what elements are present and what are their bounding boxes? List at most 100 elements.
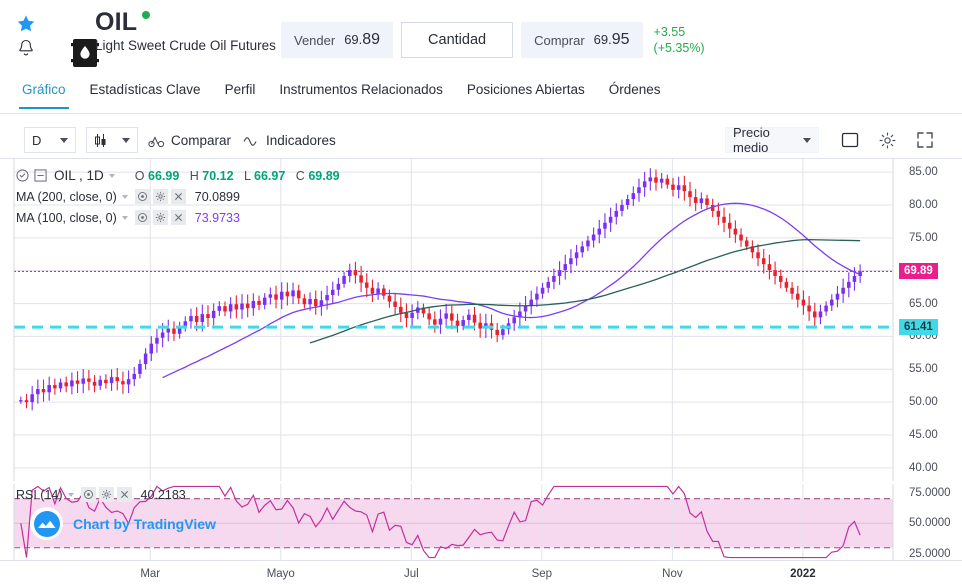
time-axis[interactable]: Mar Mayo Jul Sep Nov 2022	[0, 560, 962, 586]
ohlc-open-key: O	[134, 168, 145, 183]
live-status-dot	[142, 11, 151, 19]
tab-estadisticas[interactable]: Estadísticas Clave	[78, 80, 213, 109]
section-tabs: Gráfico Estadísticas Clave Perfil Instru…	[0, 80, 962, 114]
buy-price: 69.95	[593, 31, 630, 48]
price-mode-selector[interactable]: Precio medio	[725, 125, 819, 155]
legend-symbol-title: OIL , 1D	[54, 168, 104, 183]
wave-icon	[243, 134, 260, 146]
tab-instrumentos[interactable]: Instrumentos Relacionados	[267, 80, 455, 109]
sell-quote[interactable]: Vender 69.89	[281, 22, 394, 58]
trading-chart-page: OIL Light Sweet Crude Oil Futures Vender…	[0, 0, 962, 586]
tab-ordenes[interactable]: Órdenes	[597, 80, 673, 109]
quantity-label: Cantidad	[428, 32, 487, 48]
candlestick-icon	[94, 133, 107, 148]
buy-quote[interactable]: Comprar 69.95	[521, 22, 643, 58]
legend-symbol-row: OIL , 1D O 66.99 H 70.12 L 66.97 C 69.89	[16, 165, 340, 186]
ma200-value: 70.0899	[194, 189, 240, 204]
rsi-tick: 75.0000	[909, 486, 951, 499]
interval-selector[interactable]: D	[24, 127, 76, 153]
buy-label: Comprar	[534, 32, 585, 48]
eye-icon[interactable]	[134, 210, 150, 225]
ma100-controls	[134, 210, 186, 225]
time-tick: Nov	[662, 568, 683, 580]
indicators-label: Indicadores	[266, 132, 336, 148]
chevron-down-icon	[60, 137, 68, 143]
close-icon[interactable]	[116, 487, 132, 502]
price-change: +3.55 (+5.35%)	[654, 22, 705, 58]
gear-icon[interactable]	[874, 127, 900, 153]
compare-icon	[148, 133, 165, 148]
gear-icon[interactable]	[152, 210, 168, 225]
minimize-icon[interactable]	[34, 169, 47, 182]
symbol-ticker: OIL	[95, 8, 138, 36]
time-tick: Sep	[531, 568, 553, 580]
change-percent: (+5.35%)	[653, 41, 705, 55]
sell-price: 69.89	[344, 31, 381, 48]
tab-grafico[interactable]: Gráfico	[10, 80, 78, 109]
symbol-block: OIL Light Sweet Crude Oil Futures	[95, 9, 276, 54]
chart-type-selector[interactable]	[86, 127, 138, 153]
ohlc-values: O 66.99 H 70.12 L 66.97 C 69.89	[135, 169, 340, 183]
price-tick: 85.00	[909, 166, 938, 179]
ma100-label: MA (100, close, 0)	[16, 210, 117, 225]
ohlc-low-key: L	[244, 168, 251, 183]
tab-posiciones[interactable]: Posiciones Abiertas	[455, 80, 597, 109]
tab-perfil[interactable]: Perfil	[213, 80, 268, 109]
price-tick: 45.00	[909, 429, 938, 441]
price-tick: 40.00	[909, 461, 938, 474]
watermark-text: Chart by TradingView	[73, 515, 216, 532]
chevron-down-icon[interactable]	[67, 492, 74, 497]
tradingview-logo-icon	[30, 507, 63, 540]
tradingview-watermark: Chart by TradingView	[30, 507, 216, 540]
indicators-button[interactable]: Indicadores	[243, 127, 336, 153]
last-price-tag[interactable]: 69.89	[899, 263, 938, 280]
legend-ma100-row: MA (100, close, 0) 73.9733	[16, 207, 340, 228]
price-mode-label: Precio medio	[733, 125, 770, 155]
eye-icon[interactable]	[134, 189, 150, 204]
quote-row: Vender 69.89 Cantidad Comprar 69.95 +3.5…	[281, 22, 705, 58]
chevron-down-icon	[803, 137, 811, 143]
sell-label: Vender	[294, 32, 336, 48]
square-button[interactable]	[837, 127, 863, 153]
gear-icon[interactable]	[152, 189, 168, 204]
ohlc-high-key: H	[189, 168, 199, 183]
chevron-down-icon[interactable]	[121, 215, 128, 220]
chart-area[interactable]: OIL , 1D O 66.99 H 70.12 L 66.97 C 69.89…	[0, 159, 962, 586]
rsi-tick: 50.0000	[909, 517, 951, 530]
price-tick: 80.00	[909, 199, 938, 211]
chart-legend: OIL , 1D O 66.99 H 70.12 L 66.97 C 69.89…	[16, 165, 340, 228]
compare-label: Comparar	[171, 132, 232, 148]
collapse-icon[interactable]	[16, 169, 29, 182]
fullscreen-icon[interactable]	[912, 127, 938, 153]
bell-icon[interactable]	[16, 38, 36, 58]
close-icon[interactable]	[170, 210, 186, 225]
legend-ma200-row: MA (200, close, 0) 70.0899	[16, 186, 340, 207]
price-tick: 55.00	[909, 363, 938, 376]
alert-price-tag[interactable]: 61.41	[899, 319, 938, 336]
quantity-input[interactable]: Cantidad	[401, 22, 514, 58]
price-tick: 65.00	[909, 297, 938, 310]
time-tick: Jul	[403, 568, 419, 580]
chevron-down-icon[interactable]	[121, 194, 128, 199]
compare-button[interactable]: Comparar	[148, 127, 231, 153]
symbol-description: Light Sweet Crude Oil Futures	[95, 38, 276, 53]
star-icon[interactable]	[16, 14, 36, 34]
time-tick: Mar	[140, 568, 161, 580]
ohlc-open-val: 66.99	[148, 168, 180, 183]
chevron-down-icon[interactable]	[108, 173, 115, 178]
price-tick: 75.00	[909, 231, 938, 244]
legend-rsi-row: RSI (14) 40.2183	[16, 484, 186, 505]
ma100-value: 73.9733	[194, 210, 240, 225]
ohlc-close-key: C	[295, 168, 305, 183]
eye-icon[interactable]	[80, 487, 96, 502]
interval-label: D	[32, 132, 42, 148]
gear-icon[interactable]	[98, 487, 114, 502]
close-icon[interactable]	[170, 189, 186, 204]
ma200-controls	[134, 189, 186, 204]
chevron-down-icon	[122, 137, 130, 143]
ohlc-high-val: 70.12	[202, 168, 234, 183]
ma200-label: MA (200, close, 0)	[16, 189, 117, 204]
time-tick: Mayo	[266, 568, 295, 580]
price-tick: 50.00	[909, 396, 938, 409]
chart-toolbar: D Comparar Indicadores Precio medio	[0, 121, 962, 159]
